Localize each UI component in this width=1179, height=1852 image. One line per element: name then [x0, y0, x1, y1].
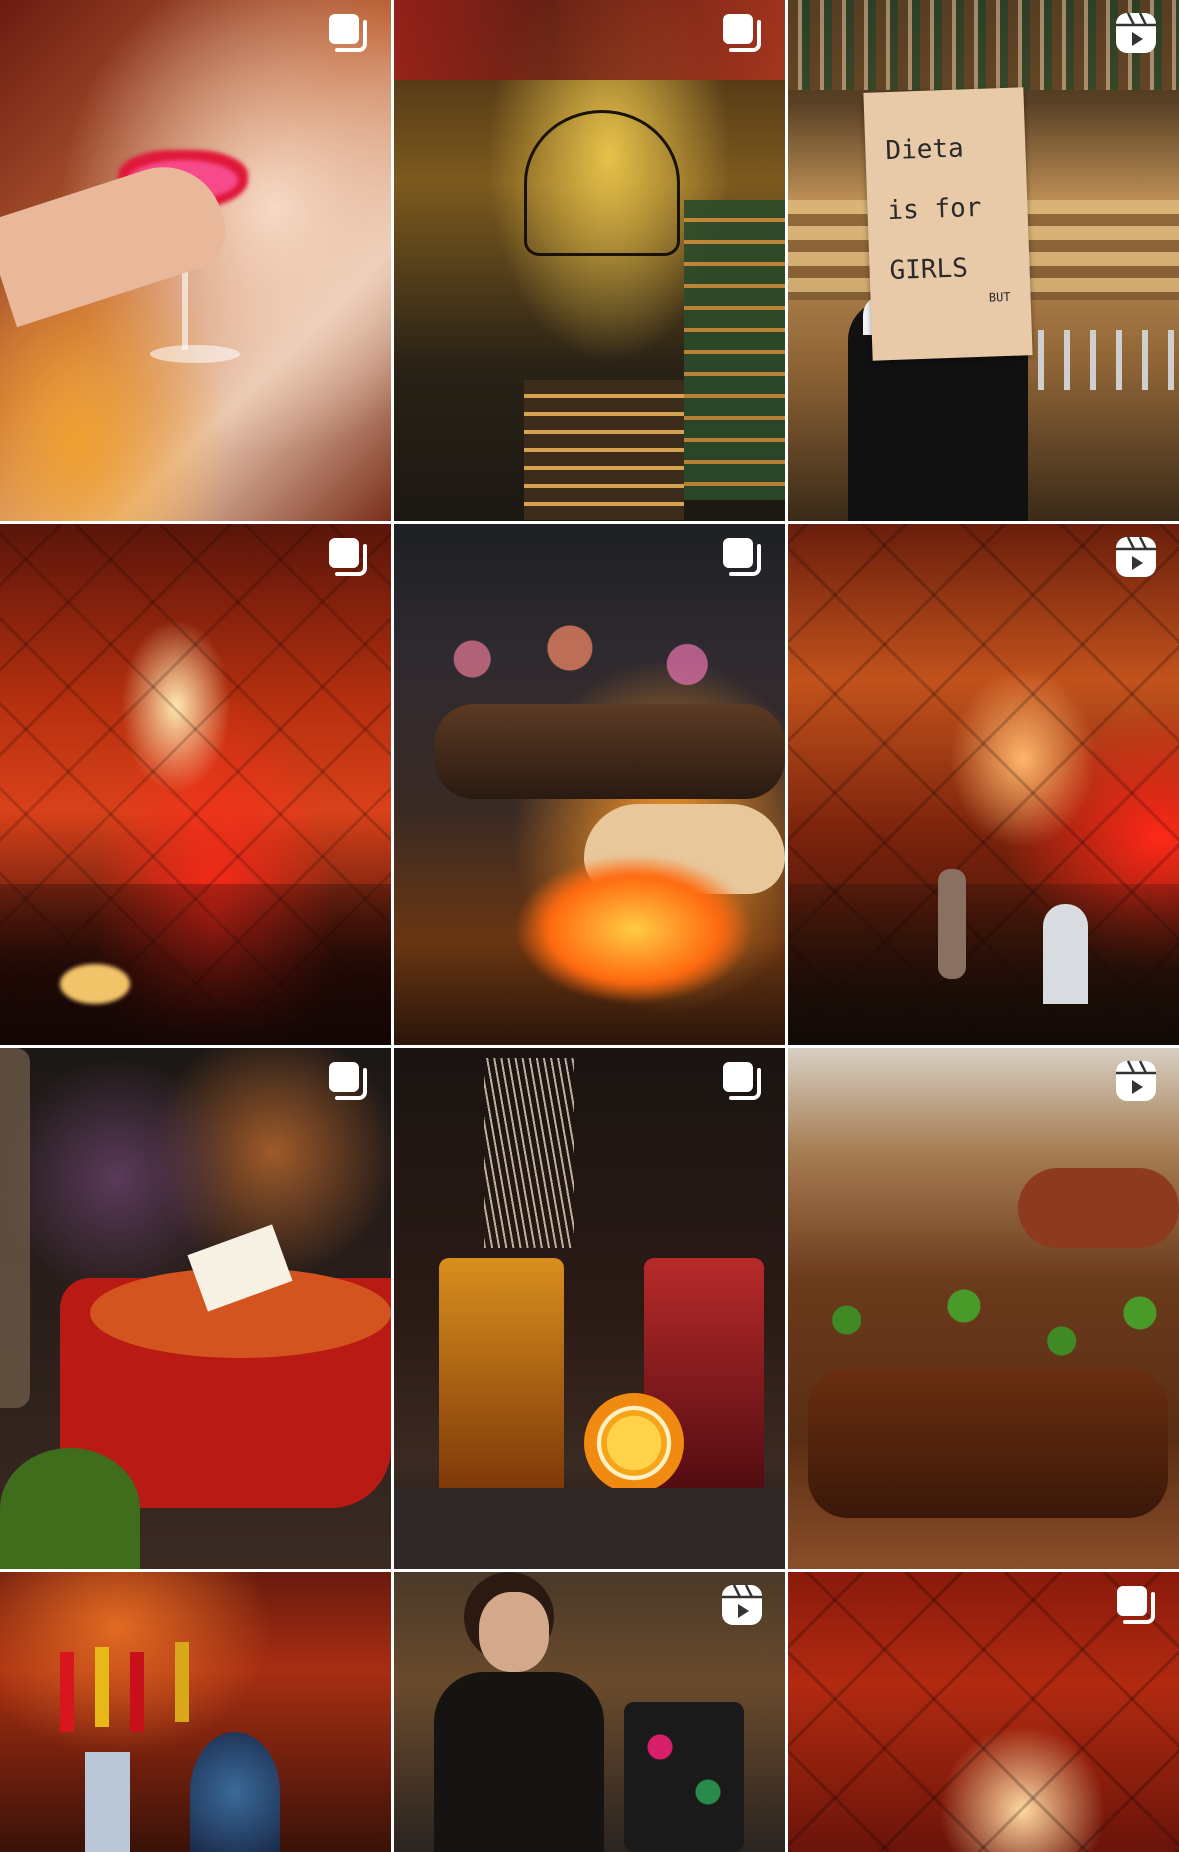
post-image — [0, 0, 391, 521]
post-tile-bartender-sign[interactable]: Dieta is for GIRLS BUT — [788, 0, 1179, 521]
carousel-icon — [717, 8, 767, 58]
post-tile-ceiling-glow[interactable] — [788, 1572, 1179, 1852]
reel-icon — [717, 1580, 767, 1630]
post-image — [0, 524, 391, 1045]
cardboard-sign: Dieta is for GIRLS BUT — [863, 87, 1033, 361]
post-tile-red-hall[interactable] — [0, 524, 391, 1045]
post-tile-mulled-drinks[interactable] — [394, 1048, 785, 1569]
post-image — [0, 1572, 391, 1852]
sign-line: BUT — [988, 289, 1011, 305]
carousel-icon — [323, 8, 373, 58]
post-image — [394, 1048, 785, 1569]
post-image — [394, 524, 785, 1045]
post-tile-meat-platter[interactable] — [788, 1048, 1179, 1569]
post-tile-soup-pot[interactable] — [0, 1048, 391, 1569]
profile-post-grid: Dieta is for GIRLS BUT — [0, 0, 1179, 1852]
post-tile-flags-hall[interactable] — [0, 1572, 391, 1852]
reel-icon — [1111, 1056, 1161, 1106]
carousel-icon — [323, 1056, 373, 1106]
reel-icon — [1111, 532, 1161, 582]
sign-line: Dieta — [884, 133, 965, 167]
carousel-icon — [323, 532, 373, 582]
post-tile-vaulted-bar[interactable] — [394, 0, 785, 521]
carousel-icon — [1111, 1580, 1161, 1630]
post-tile-cocktail[interactable] — [0, 0, 391, 521]
carousel-icon — [717, 1056, 767, 1106]
post-image — [788, 1048, 1179, 1569]
post-image — [788, 524, 1179, 1045]
sign-line: GIRLS — [889, 253, 969, 287]
post-tile-woman-dancing[interactable] — [394, 1572, 785, 1852]
post-tile-skewer[interactable] — [394, 524, 785, 1045]
post-tile-red-chandelier[interactable] — [788, 524, 1179, 1045]
sign-line: is for — [886, 192, 982, 227]
carousel-icon — [717, 532, 767, 582]
reel-icon — [1111, 8, 1161, 58]
post-image — [394, 0, 785, 521]
post-image — [0, 1048, 391, 1569]
